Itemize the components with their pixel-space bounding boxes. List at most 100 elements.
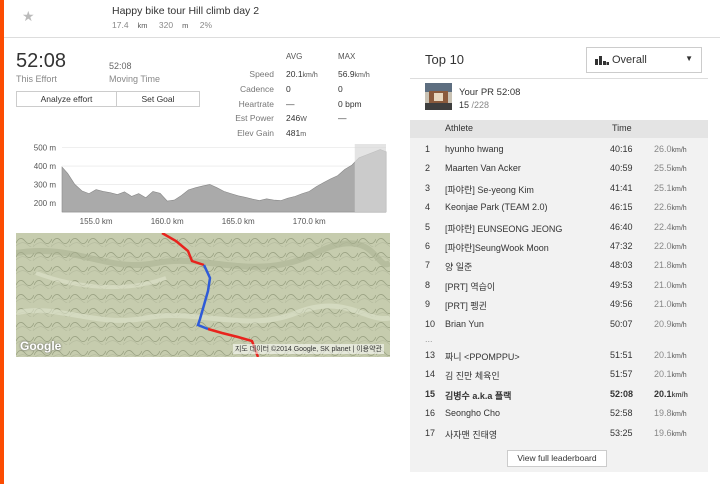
athlete-name[interactable]: [파야란] Se-yeong Kim (445, 183, 534, 196)
pr-rank: 15 /228 (459, 100, 490, 110)
athlete-name[interactable]: Brian Yun (445, 319, 484, 329)
athlete-name[interactable]: hyunho hwang (445, 144, 504, 154)
leaderboard-row[interactable]: 7 양 일준 48:03 21.8km/h (410, 256, 708, 275)
heartrate-label: Heartrate (238, 99, 274, 109)
effort-time: 49:53 (610, 279, 633, 290)
rank: 10 (425, 318, 436, 329)
leaderboard-row[interactable]: 2 Maarten Van Acker 40:59 25.5km/h (410, 159, 708, 178)
set-goal-button[interactable]: Set Goal (116, 91, 200, 107)
x-tick-label: 155.0 km (80, 217, 113, 226)
avg-speed: 21.0km/h (654, 299, 687, 310)
avg-speed: 20.1km/h (654, 388, 688, 399)
elev-gain-avg: 481m (286, 128, 307, 138)
google-logo: Google (20, 339, 62, 353)
leaderboard-row[interactable]: 10 Brian Yun 50:07 20.9km/h (410, 315, 708, 334)
leaderboard-row[interactable]: 1 hyunho hwang 40:16 26.0km/h (410, 140, 708, 159)
rank: 9 (425, 299, 431, 310)
star-icon[interactable]: ★ (22, 8, 35, 25)
athlete-name[interactable]: 사자맨 진태영 (445, 428, 497, 441)
leaderboard-row[interactable]: 4 Keonjae Park (TEAM 2.0) 46:15 22.6km/h (410, 198, 708, 217)
athlete-name[interactable]: 짜니 <PPOMPPU> (445, 350, 520, 363)
effort-time: 48:03 (610, 260, 633, 271)
leaderboard-row[interactable]: 8 [PRT] 역습이 49:53 21.0km/h (410, 276, 708, 295)
leaderboard-panel: Top 10 Overall ▼ Your PR 52:08 15 /228 A… (410, 40, 708, 472)
time-column-header[interactable]: Time (612, 123, 632, 133)
route-map[interactable]: Google 지도 데이터 ©2014 Google, SK planet | … (16, 233, 390, 357)
leaderboard-row[interactable]: 16 Seongho Cho 52:58 19.8km/h (410, 404, 708, 423)
avg-speed: 25.1km/h (654, 182, 687, 193)
athlete-name[interactable]: 김 진만 체육인 (445, 369, 500, 382)
cadence-max: 0 (338, 84, 343, 94)
segment-end-highlight (354, 144, 386, 212)
heartrate-max: 0 bpm (338, 99, 362, 109)
x-tick-label: 165.0 km (222, 217, 255, 226)
pr-time: Your PR 52:08 (459, 87, 521, 98)
x-tick-label: 160.0 km (151, 217, 184, 226)
avg-speed: 21.0km/h (654, 279, 687, 290)
athlete-name[interactable]: Keonjae Park (TEAM 2.0) (445, 202, 548, 212)
leaderboard-row[interactable]: 6 [파야란]SeungWook Moon 47:32 22.0km/h (410, 237, 708, 256)
effort-time: 51:51 (610, 350, 633, 360)
athlete-name[interactable]: [PRT] 역습이 (445, 280, 495, 293)
effort-time: 51:57 (610, 369, 633, 380)
analyze-effort-button[interactable]: Analyze effort (16, 91, 117, 107)
power-max: — (338, 113, 347, 123)
athlete-name[interactable]: Maarten Van Acker (445, 163, 521, 173)
segment-title[interactable]: Happy bike tour Hill climb day 2 (112, 5, 259, 17)
effort-time: 40:16 (610, 144, 633, 154)
avg-speed: 19.6km/h (654, 427, 687, 438)
leaderboard-filter-dropdown[interactable]: Overall ▼ (586, 47, 702, 73)
rank: 1 (425, 144, 431, 154)
accent-bar (0, 0, 4, 484)
athlete-name[interactable]: [PRT] 펭귄 (445, 299, 487, 312)
view-full-leaderboard-button[interactable]: View full leaderboard (507, 450, 607, 467)
effort-time: 53:25 (610, 427, 633, 438)
avg-speed: 20.1km/h (654, 350, 687, 360)
filter-label: Overall (612, 54, 647, 66)
rank: 8 (425, 279, 431, 290)
rank: 16 (425, 408, 436, 419)
athlete-name[interactable]: 김병수 a.k.a 플랙 (445, 389, 511, 402)
avg-speed: 21.8km/h (654, 260, 687, 271)
leaderboard-row[interactable]: 17 사자맨 진태영 53:25 19.6km/h (410, 424, 708, 443)
leaderboard-row[interactable]: 13 짜니 <PPOMPPU> 51:51 20.1km/h (410, 346, 708, 365)
avg-speed: 22.4km/h (654, 221, 687, 232)
leaderboard-row[interactable]: 9 [PRT] 펭귄 49:56 21.0km/h (410, 295, 708, 314)
effort-time: 52:58 (610, 408, 633, 419)
avatar[interactable] (425, 83, 452, 110)
segment-distance: 17.4 km (112, 20, 148, 30)
effort-time: 41:41 (610, 182, 633, 193)
athlete-name[interactable]: [파야란] EUNSEONG JEONG (445, 222, 562, 235)
avg-speed: 22.0km/h (654, 241, 687, 251)
leaderboard-table: Athlete Time 1 hyunho hwang 40:16 26.0km/h 2… (410, 120, 708, 472)
leaderboard-row[interactable]: 14 김 진만 체육인 51:57 20.1km/h (410, 365, 708, 384)
rank: 6 (425, 241, 431, 251)
speed-max: 56.9km/h (338, 69, 370, 79)
avg-speed: 26.0km/h (654, 144, 687, 154)
heartrate-avg: — (286, 99, 295, 109)
rank: 13 (425, 350, 436, 360)
athlete-name[interactable]: Seongho Cho (445, 408, 500, 418)
personal-record: Your PR 52:08 15 /228 (410, 78, 708, 119)
bar-chart-icon (595, 56, 609, 65)
athlete-name[interactable]: [파야란]SeungWook Moon (445, 241, 549, 254)
segment-meta: 17.4 km 320 m 2% (112, 20, 221, 30)
y-tick-label: 400 m (34, 162, 57, 171)
leaderboard-row[interactable]: 3 [파야란] Se-yeong Kim 41:41 25.1km/h (410, 179, 708, 198)
power-avg: 246W (286, 113, 307, 123)
rank: 14 (425, 369, 436, 380)
y-tick-label: 200 m (34, 199, 57, 208)
effort-time: 50:07 (610, 318, 633, 329)
segment-grade: 2% (199, 20, 213, 30)
leaderboard-row[interactable]: 15 김병수 a.k.a 플랙 52:08 20.1km/h (410, 385, 708, 404)
x-tick-label: 170.0 km (293, 217, 326, 226)
map-copyright[interactable]: 지도 데이터 ©2014 Google, SK planet | 이용약관 (232, 344, 384, 354)
max-header: MAX (338, 52, 356, 61)
chevron-down-icon: ▼ (685, 54, 693, 63)
leaderboard-gap: ... (425, 334, 433, 344)
athlete-column-header[interactable]: Athlete (445, 123, 473, 133)
athlete-name[interactable]: 양 일준 (445, 260, 472, 273)
leaderboard-row[interactable]: 5 [파야란] EUNSEONG JEONG 46:40 22.4km/h (410, 218, 708, 237)
effort-time: 46:40 (610, 221, 633, 232)
elevation-profile-chart[interactable]: 500 m 400 m 300 m 200 m 155.0 km 160.0 km 165… (16, 140, 390, 232)
